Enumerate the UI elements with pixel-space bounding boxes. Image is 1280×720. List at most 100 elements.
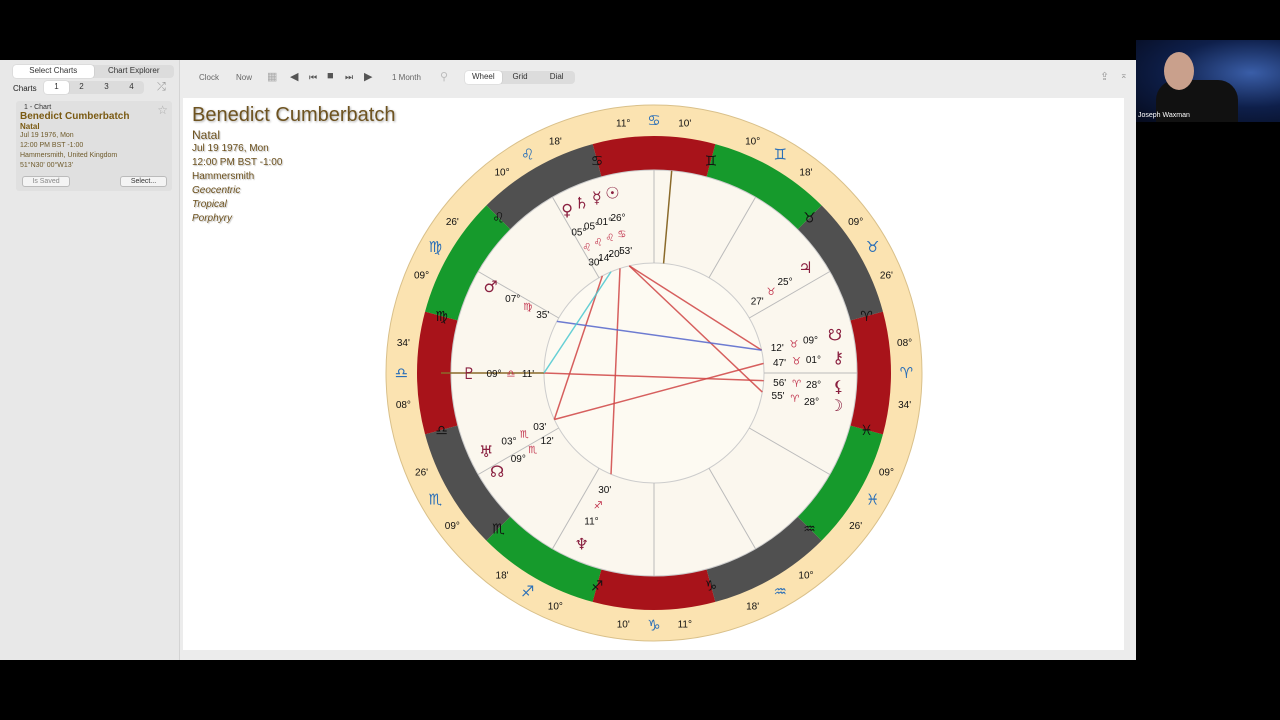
- tab-chart-explorer[interactable]: Chart Explorer: [94, 65, 175, 78]
- band-sign-glyph: ♒: [803, 522, 816, 538]
- planet-degree: 03°: [501, 437, 516, 448]
- planet-glyph: ♇: [462, 364, 476, 383]
- stop-icon[interactable]: ■: [327, 70, 334, 82]
- chart-slot-4[interactable]: 4: [119, 81, 144, 94]
- cusp-sign-glyph: ♈: [900, 364, 913, 382]
- band-sign-glyph: ♉: [803, 210, 816, 226]
- planet-degree: 25°: [778, 277, 793, 288]
- step-forward-icon[interactable]: ▶: [364, 70, 372, 83]
- planet-glyph: ⚷: [832, 348, 844, 367]
- cusp-sign-glyph: ♓: [866, 490, 879, 508]
- planet-minute: 03': [533, 422, 546, 433]
- planet-sign: ♐: [594, 501, 603, 512]
- view-tabs: Wheel Grid Dial: [465, 71, 575, 84]
- chart-slot-tabs: 1 2 3 4: [44, 81, 144, 94]
- chart-slot-3[interactable]: 3: [94, 81, 119, 94]
- chart-place: Hammersmith, United Kingdom: [20, 152, 118, 159]
- planet-degree: 26°: [610, 213, 625, 224]
- aspect-circle: [543, 262, 765, 484]
- chart-info-zodiac: Tropical: [192, 199, 227, 210]
- chart-slot-1[interactable]: 1: [44, 81, 69, 94]
- cusp-degree: 08°: [396, 400, 411, 411]
- cusp-degree: 10°: [494, 167, 509, 178]
- chart-info-type: Natal: [192, 128, 221, 142]
- select-button[interactable]: Select...: [120, 176, 167, 187]
- cusp-sign-glyph: ♉: [866, 238, 879, 256]
- chart-info-place: Hammersmith: [192, 171, 255, 182]
- planet-minute: 47': [773, 358, 786, 369]
- pin-icon[interactable]: ⌅: [1120, 70, 1128, 81]
- planet-degree: 09°: [803, 336, 818, 347]
- planet-degree: 28°: [804, 397, 819, 408]
- shuffle-icon[interactable]: ⤮: [157, 81, 166, 94]
- chart-slot-label: 1 - Chart: [24, 104, 52, 111]
- tab-select-charts[interactable]: Select Charts: [13, 65, 94, 78]
- planet-sign: ♈: [790, 394, 799, 405]
- cusp-minute: 18': [496, 571, 509, 582]
- planet-glyph: ♅: [479, 442, 493, 461]
- cusp-sign-glyph: ♐: [521, 583, 534, 601]
- cusp-degree: 09°: [879, 468, 894, 479]
- cusp-minute: 26': [880, 270, 893, 281]
- cusp-sign-glyph: ♋: [647, 112, 660, 130]
- planet-degree: 05°: [571, 228, 586, 239]
- cusp-sign-glyph: ♍: [429, 238, 442, 256]
- planet-degree: 11°: [584, 516, 598, 527]
- planet-degree: 09°: [486, 369, 501, 380]
- band-sign-glyph: ♎: [435, 423, 448, 439]
- planet-minute: 30': [588, 258, 601, 269]
- cusp-degree: 09°: [414, 270, 429, 281]
- chart-info-date: Jul 19 1976, Mon: [192, 143, 269, 154]
- planet-degree: 01°: [806, 355, 821, 366]
- planet-glyph: ☿: [592, 188, 602, 207]
- cusp-minute: 26': [849, 521, 862, 532]
- is-saved-button[interactable]: Is Saved: [22, 176, 70, 187]
- video-overlay: Joseph Waxman: [1136, 40, 1280, 122]
- planet-glyph: ☉: [605, 184, 619, 203]
- cusp-minute: 34': [397, 338, 410, 349]
- cusp-minute: 26': [446, 217, 459, 228]
- step-back-icon[interactable]: ◀: [290, 70, 298, 83]
- sidebar-mode-tabs: Select Charts Chart Explorer: [13, 65, 174, 78]
- chart-title: Benedict Cumberbatch: [192, 104, 396, 126]
- planet-glyph: ♆: [575, 534, 589, 553]
- planet-minute: 56': [773, 378, 786, 389]
- clock-button[interactable]: Clock: [199, 73, 219, 82]
- chart-info-houses: Porphyry: [192, 213, 233, 224]
- planet-glyph: ☋: [828, 326, 842, 345]
- calendar-icon[interactable]: ▦: [267, 70, 277, 83]
- chart-info-system: Geocentric: [192, 185, 241, 196]
- app-window: Select Charts Chart Explorer Charts 1 2 …: [0, 60, 1136, 660]
- planet-sign: ♉: [789, 339, 798, 350]
- chart-card[interactable]: 1 - Chart Benedict Cumberbatch Natal Jul…: [16, 101, 172, 191]
- share-icon[interactable]: ⇪: [1100, 70, 1109, 83]
- planet-minute: 27': [751, 297, 764, 308]
- search-icon[interactable]: ⚲: [440, 70, 448, 83]
- tab-grid[interactable]: Grid: [502, 71, 539, 84]
- sidebar: Select Charts Chart Explorer Charts 1 2 …: [0, 60, 180, 660]
- chart-time: 12:00 PM BST -1:00: [20, 142, 84, 149]
- planet-minute: 12': [771, 343, 784, 354]
- chart-coords: 51°N30' 00°W13': [20, 162, 74, 169]
- skip-last-icon[interactable]: ⏭: [345, 72, 353, 83]
- band-sign-glyph: ♓: [860, 423, 873, 439]
- chart-slot-2[interactable]: 2: [69, 81, 94, 94]
- now-button[interactable]: Now: [236, 73, 252, 82]
- star-icon[interactable]: ☆: [157, 103, 168, 117]
- tab-dial[interactable]: Dial: [538, 71, 575, 84]
- band-sign-glyph: ♐: [591, 579, 604, 595]
- tab-wheel[interactable]: Wheel: [465, 71, 502, 84]
- skip-first-icon[interactable]: ⏮: [309, 72, 317, 83]
- cusp-sign-glyph: ♌: [521, 145, 534, 163]
- planet-sign: ♎: [507, 369, 516, 380]
- planet-degree: 09°: [511, 454, 526, 465]
- planet-glyph: ☊: [490, 462, 504, 481]
- natal-wheel[interactable]: ♎08°34'♎♏09°26'♏♐10°18'♐♑ 11°10'♑ ♒10°18'♒…: [383, 98, 928, 650]
- planet-sign: ♈: [792, 379, 801, 390]
- cusp-degree: 08°: [897, 338, 912, 349]
- presenter-name: Joseph Waxman: [1138, 112, 1190, 119]
- interval-selector[interactable]: 1 Month: [392, 73, 421, 82]
- chart-info-time: 12:00 PM BST -1:00: [192, 157, 283, 168]
- planet-minute: 12': [541, 436, 554, 447]
- cusp-minute: 10': [617, 620, 630, 631]
